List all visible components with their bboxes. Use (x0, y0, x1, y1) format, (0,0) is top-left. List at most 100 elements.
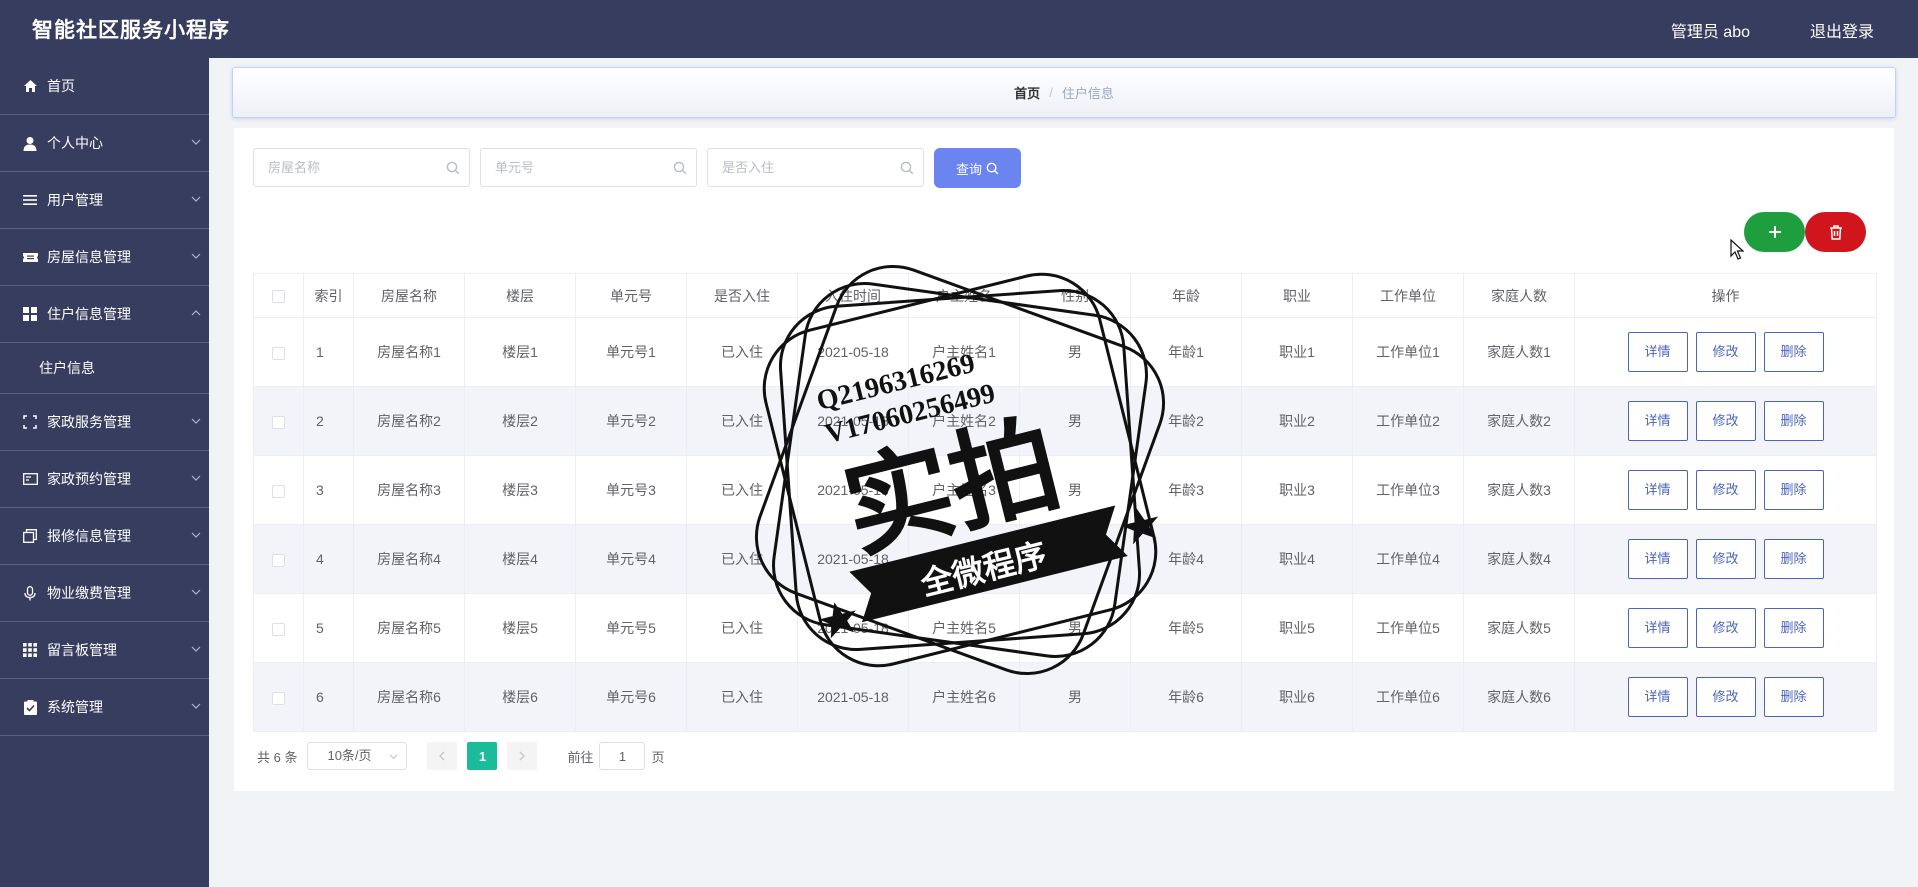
delete-button[interactable]: 删除 (1763, 470, 1824, 510)
cell-age: 年龄6 (1130, 662, 1242, 732)
add-button[interactable] (1744, 212, 1805, 252)
delete-button[interactable]: 删除 (1763, 677, 1824, 717)
cell-company: 工作单位3 (1352, 455, 1464, 525)
breadcrumb-home[interactable]: 首页 (1014, 83, 1040, 102)
list-icon (22, 192, 38, 208)
column-header: 房屋名称 (353, 273, 465, 318)
cell-job: 职业1 (1241, 317, 1353, 387)
detail-button[interactable]: 详情 (1627, 608, 1688, 648)
apps-icon (22, 642, 38, 658)
cell-index: 1 (303, 317, 354, 387)
row-checkbox[interactable] (272, 484, 285, 498)
edit-button[interactable]: 修改 (1695, 470, 1756, 510)
detail-button[interactable]: 详情 (1627, 401, 1688, 441)
cell-gender: 男 (1019, 593, 1131, 663)
sidebar-item-personal-center[interactable]: 个人中心 (0, 115, 209, 172)
cell-house: 房屋名称1 (353, 317, 465, 387)
cell-company: 工作单位2 (1352, 386, 1464, 456)
cell-unit: 单元号6 (575, 662, 687, 732)
delete-button[interactable]: 删除 (1763, 401, 1824, 441)
sidebar-item-label: 报修信息管理 (47, 528, 131, 544)
page-size-select[interactable]: 10条/页 (307, 742, 408, 770)
batch-delete-button[interactable] (1805, 212, 1866, 252)
cell-owner: 户主姓名4 (908, 524, 1020, 594)
cell-gender: 男 (1019, 662, 1131, 732)
house-name-input[interactable] (254, 149, 434, 186)
cell-gender: 男 (1019, 386, 1131, 456)
row-checkbox[interactable] (272, 415, 285, 429)
cell-unit: 单元号2 (575, 386, 687, 456)
select-all-checkbox[interactable] (272, 290, 285, 304)
detail-button[interactable]: 详情 (1627, 470, 1688, 510)
row-checkbox[interactable] (272, 553, 285, 567)
cell-gender: 男 (1019, 524, 1131, 594)
checkin-status-search (707, 148, 924, 187)
logout-button[interactable]: 退出登录 (1810, 18, 1874, 42)
edit-button[interactable]: 修改 (1695, 401, 1756, 441)
column-header: 年龄 (1130, 273, 1242, 318)
detail-button[interactable]: 详情 (1627, 539, 1688, 579)
column-header: 家庭人数 (1463, 273, 1575, 318)
sidebar-item-house-info[interactable]: 房屋信息管理 (0, 229, 209, 286)
search-icon (986, 162, 999, 174)
sidebar-subitem-resident-info[interactable]: 住户信息 (0, 343, 209, 394)
sidebar-item-label: 房屋信息管理 (47, 249, 131, 265)
cell-gender: 男 (1019, 455, 1131, 525)
detail-button[interactable]: 详情 (1627, 332, 1688, 372)
edit-button[interactable]: 修改 (1695, 677, 1756, 717)
copy-icon (22, 528, 38, 544)
sidebar-item-housekeeping-service[interactable]: 家政服务管理 (0, 394, 209, 451)
cell-job: 职业6 (1241, 662, 1353, 732)
cell-owner: 户主姓名3 (908, 455, 1020, 525)
row-checkbox[interactable] (272, 691, 285, 705)
sidebar-item-housekeeping-booking[interactable]: 家政预约管理 (0, 451, 209, 508)
table-row: 2 房屋名称2 楼层2 单元号2 已入住 2021-05-18 户主姓名2 男年龄2 职业2 工作… (253, 386, 1877, 456)
unit-number-input[interactable] (481, 149, 661, 186)
cell-date: 2021-05-18 (797, 317, 909, 387)
query-button[interactable]: 查询 (934, 148, 1021, 188)
sidebar-item-label: 用户管理 (47, 192, 103, 208)
cell-age: 年龄5 (1130, 593, 1242, 663)
detail-button[interactable]: 详情 (1627, 677, 1688, 717)
checkin-status-input[interactable] (708, 149, 888, 186)
edit-button[interactable]: 修改 (1695, 539, 1756, 579)
cell-checkin: 已入住 (686, 455, 798, 525)
column-header: 楼层 (464, 273, 576, 318)
delete-button[interactable]: 删除 (1763, 608, 1824, 648)
sidebar-item-home[interactable]: 首页 (0, 58, 209, 115)
cell-company: 工作单位1 (1352, 317, 1464, 387)
cell-house: 房屋名称5 (353, 593, 465, 663)
cell-unit: 单元号3 (575, 455, 687, 525)
cell-checkin: 已入住 (686, 593, 798, 663)
delete-button[interactable]: 删除 (1763, 539, 1824, 579)
current-user: 管理员 abo (1670, 24, 1750, 41)
sidebar-subitem-label: 住户信息 (39, 360, 95, 376)
next-page-button[interactable] (507, 742, 538, 770)
row-checkbox[interactable] (272, 346, 285, 360)
sidebar-item-resident-info[interactable]: 住户信息管理 (0, 286, 209, 343)
edit-button[interactable]: 修改 (1695, 332, 1756, 372)
row-checkbox[interactable] (272, 622, 285, 636)
delete-button[interactable]: 删除 (1763, 332, 1824, 372)
prev-page-button[interactable] (427, 742, 458, 770)
edit-button[interactable]: 修改 (1695, 608, 1756, 648)
sidebar-item-user-management[interactable]: 用户管理 (0, 172, 209, 229)
sidebar-item-repair-info[interactable]: 报修信息管理 (0, 508, 209, 565)
chevron-left-icon (439, 751, 445, 761)
cell-floor: 楼层3 (464, 455, 576, 525)
search-icon (900, 161, 914, 175)
chevron-right-icon (520, 751, 526, 761)
sidebar-item-message-board[interactable]: 留言板管理 (0, 622, 209, 679)
cell-checkin: 已入住 (686, 524, 798, 594)
row-actions: 详情 修改 删除 (1574, 524, 1877, 594)
sidebar-item-system-management[interactable]: 系统管理 (0, 679, 209, 736)
page-number-active[interactable]: 1 (467, 742, 498, 770)
row-actions: 详情 修改 删除 (1574, 662, 1877, 732)
sidebar-item-property-fee[interactable]: 物业缴费管理 (0, 565, 209, 622)
card-icon (22, 471, 38, 487)
chevron-down-icon (191, 703, 201, 709)
row-select-cell (253, 524, 304, 594)
goto-page-input[interactable] (599, 742, 646, 770)
table-row: 4 房屋名称4 楼层4 单元号4 已入住 2021-05-18 户主姓名4 男年龄4 职业4 工作… (253, 524, 1877, 594)
cell-floor: 楼层4 (464, 524, 576, 594)
